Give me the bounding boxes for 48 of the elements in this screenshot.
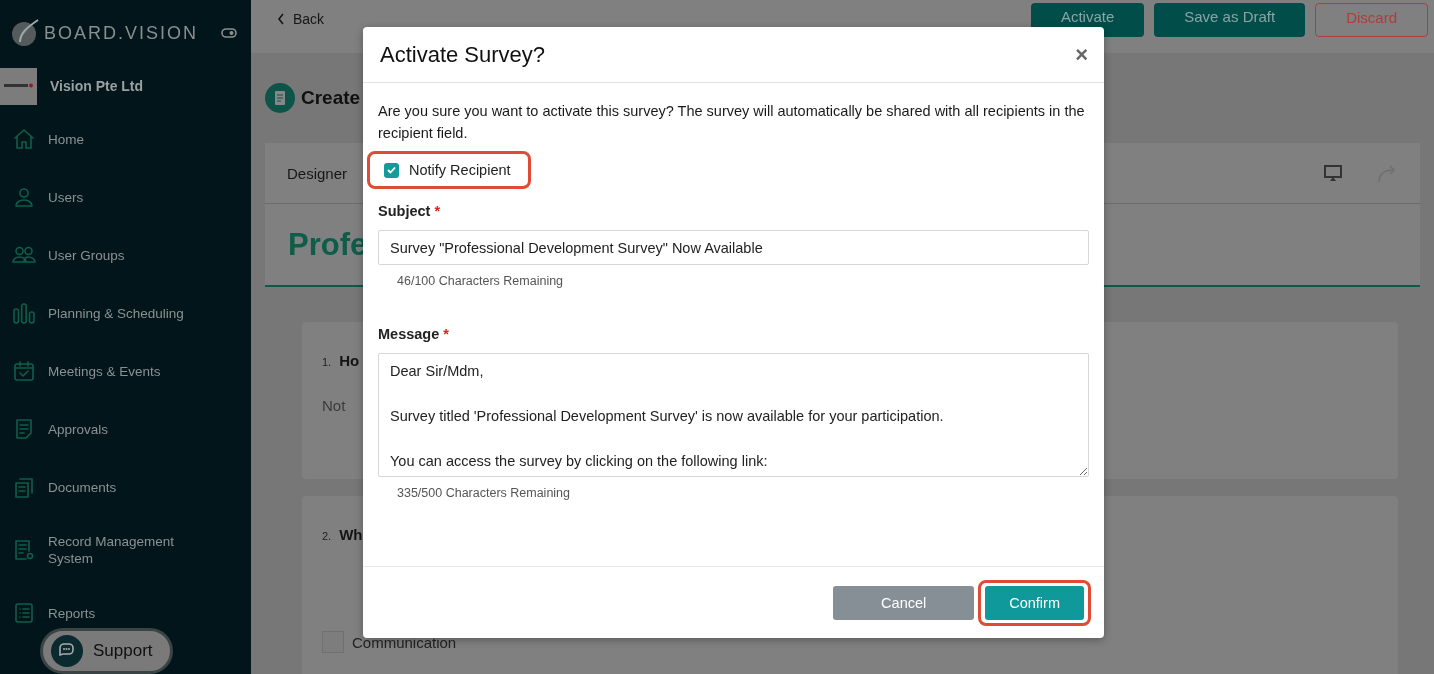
header-button[interactable]: Save as Draft	[1154, 3, 1306, 37]
question-text: 1. Ho	[322, 352, 361, 369]
chevron-left-icon	[277, 13, 285, 25]
toggle-icon[interactable]	[221, 28, 237, 38]
survey-title: Profe	[288, 226, 368, 263]
character-counter: 46/100 Characters Remaining	[397, 274, 565, 288]
bar-chart-icon	[12, 301, 36, 325]
home-icon	[12, 127, 36, 151]
field-label: Message *	[378, 326, 450, 342]
nav-item[interactable]: Reports	[12, 601, 239, 625]
page-title: Create	[301, 87, 361, 109]
survey-icon	[265, 83, 295, 113]
list-icon	[12, 601, 36, 625]
field-label: Subject *	[378, 203, 442, 219]
confirm-button[interactable]: Confirm	[978, 579, 1091, 626]
tab[interactable]: Designer	[287, 164, 348, 182]
nav-item[interactable]: Users	[12, 185, 239, 209]
brand-logo-icon	[10, 18, 40, 48]
monitor-icon[interactable]	[1323, 163, 1343, 183]
user-icon	[12, 185, 36, 209]
cancel-button[interactable]: Cancel	[833, 585, 975, 620]
documents-icon	[12, 475, 36, 499]
dialog-title: Activate Survey?	[380, 41, 546, 68]
back-link[interactable]: Back	[277, 11, 325, 27]
dialog-message: Are you sure you want to activate this survey? The survey will automatically be shared with all recipients in the recipient field.	[378, 102, 1086, 143]
checkbox[interactable]	[384, 162, 399, 178]
question-text: 2. Wh	[322, 526, 364, 543]
nav-item[interactable]: User Groups	[12, 243, 239, 267]
message-field[interactable]: Dear Sir/Mdm, Survey titled 'Professional Development Survey' is now available for your participation. You can access the survey by clicking on the following link:	[378, 353, 1089, 477]
nav-item[interactable]: Meetings & Events	[12, 359, 239, 383]
option-label: Communication	[352, 633, 457, 651]
check-icon	[387, 166, 396, 174]
subject-field[interactable]: Survey "Professional Development Survey" Now Available	[378, 230, 1089, 265]
answer-field[interactable]: Not	[322, 397, 352, 414]
brand-name: BOARD.VISION	[44, 22, 199, 44]
nav-item[interactable]: Home	[12, 127, 239, 151]
nav-item[interactable]: Record Management System	[12, 533, 239, 567]
character-counter: 335/500 Characters Remaining	[397, 486, 572, 500]
nav-item[interactable]: Documents	[12, 475, 239, 499]
support-button[interactable]: Support	[40, 628, 173, 674]
document-search-icon	[12, 538, 36, 562]
notify-checkbox[interactable]: Notify Recipient	[367, 151, 531, 189]
organization-name: Vision Pte Ltd	[50, 78, 144, 94]
chat-icon	[51, 635, 83, 667]
nav-item[interactable]: Planning & Scheduling	[12, 301, 239, 325]
close-button[interactable]: ×	[1075, 41, 1088, 68]
calendar-check-icon	[12, 359, 36, 383]
nav-item[interactable]: Approvals	[12, 417, 239, 441]
